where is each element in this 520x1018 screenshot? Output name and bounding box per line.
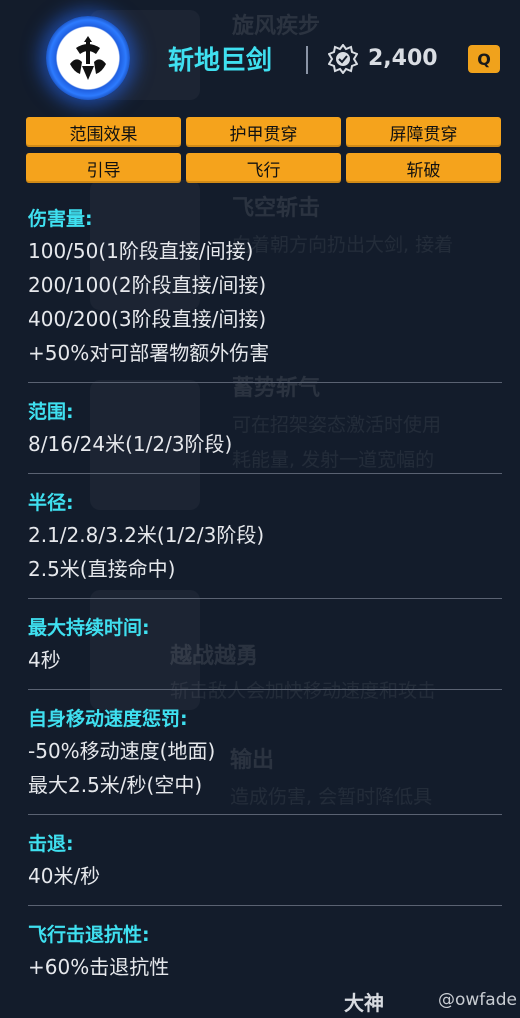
ability-tags: 范围效果 护甲贯穿 屏障贯穿 引导 飞行 斩破 xyxy=(26,117,502,183)
stat-flight-knockback-resist: 飞行击退抗性: +60%击退抗性 xyxy=(28,916,502,996)
sword-emblem-icon xyxy=(46,16,130,100)
stat-range: 范围: 8/16/24米(1/2/3阶段) xyxy=(28,393,502,474)
stat-line: +50%对可部署物额外伤害 xyxy=(28,341,270,365)
stat-line: 400/200(3阶段直接/间接) xyxy=(28,307,267,331)
stat-title: 飞行击退抗性: xyxy=(28,924,150,946)
credit-coin-icon xyxy=(327,43,359,78)
stats-list: 伤害量: 100/50(1阶段直接/间接) 200/100(2阶段直接/间接) … xyxy=(28,200,502,1006)
ability-header: 斩地巨剑 2,400 Q xyxy=(0,0,520,115)
stat-damage: 伤害量: 100/50(1阶段直接/间接) 200/100(2阶段直接/间接) … xyxy=(28,200,502,383)
tag-armor-piercing: 护甲贯穿 xyxy=(186,117,341,147)
tag-channel: 引导 xyxy=(26,153,181,183)
stat-line: 100/50(1阶段直接/间接) xyxy=(28,239,254,263)
stat-title: 半径: xyxy=(28,492,74,514)
tag-cleave: 斩破 xyxy=(346,153,501,183)
stat-line: 2.1/2.8/3.2米(1/2/3阶段) xyxy=(28,523,265,547)
stat-max-duration: 最大持续时间: 4秒 xyxy=(28,609,502,690)
stat-title: 击退: xyxy=(28,833,74,855)
stat-line: 40米/秒 xyxy=(28,864,101,888)
stat-title: 最大持续时间: xyxy=(28,617,150,639)
tag-aoe: 范围效果 xyxy=(26,117,181,147)
stat-line: 8/16/24米(1/2/3阶段) xyxy=(28,432,233,456)
watermark-brand: 大神 xyxy=(344,991,384,1015)
stat-line: 4秒 xyxy=(28,648,61,672)
stat-title: 伤害量: xyxy=(28,208,93,230)
stat-line: 200/100(2阶段直接/间接) xyxy=(28,273,267,297)
stat-knockback: 击退: 40米/秒 xyxy=(28,825,502,906)
stat-radius: 半径: 2.1/2.8/3.2米(1/2/3阶段) 2.5米(直接命中) xyxy=(28,484,502,599)
cost-value: 2,400 xyxy=(368,46,438,71)
stat-title: 范围: xyxy=(28,401,74,423)
stat-line: -50%移动速度(地面) xyxy=(28,739,216,763)
stat-line: +60%击退抗性 xyxy=(28,955,170,979)
hotkey-badge: Q xyxy=(468,45,500,73)
header-divider xyxy=(306,46,308,74)
stat-move-penalty: 自身移动速度惩罚: -50%移动速度(地面) 最大2.5米/秒(空中) xyxy=(28,700,502,815)
tag-barrier-piercing: 屏障贯穿 xyxy=(346,117,501,147)
stat-line: 最大2.5米/秒(空中) xyxy=(28,773,203,797)
ability-detail-panel: 斩地巨剑 2,400 Q 范围效果 护甲贯穿 屏障贯穿 引导 飞行 斩破 伤害量… xyxy=(0,0,520,1018)
ability-name: 斩地巨剑 xyxy=(168,46,273,76)
tag-flight: 飞行 xyxy=(186,153,341,183)
stat-title: 自身移动速度惩罚: xyxy=(28,708,188,730)
stat-line: 2.5米(直接命中) xyxy=(28,557,176,581)
watermark-handle: @owfade xyxy=(438,990,517,1010)
